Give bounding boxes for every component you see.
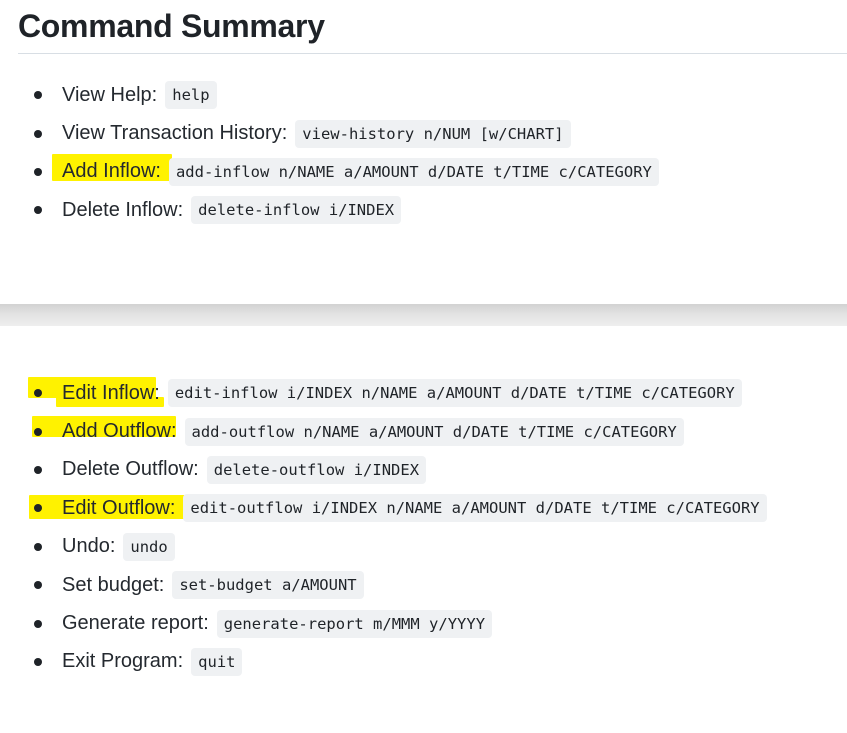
bullet-icon	[34, 91, 42, 100]
list-item: View Help: help	[0, 76, 659, 114]
command-code: quit	[191, 647, 243, 676]
command-list-top: View Help: help View Transaction History…	[0, 76, 659, 230]
page-title: Command Summary	[18, 8, 325, 44]
bullet-icon	[34, 167, 42, 176]
list-item: View Transaction History: view-history n…	[0, 114, 659, 152]
bullet-icon	[34, 465, 42, 474]
command-list-bottom: Edit Inflow: edit-inflow i/INDEX n/NAME …	[0, 374, 767, 681]
command-label: Delete Inflow:	[62, 198, 184, 221]
command-code: generate-report m/MMM y/YYYY	[216, 609, 493, 638]
bullet-icon	[34, 129, 42, 138]
list-item: Delete Inflow: delete-inflow i/INDEX	[0, 191, 659, 229]
command-code: add-inflow n/NAME a/AMOUNT d/DATE t/TIME…	[168, 157, 659, 186]
command-code: undo	[123, 532, 175, 561]
bullet-icon	[34, 206, 42, 215]
command-code: edit-inflow i/INDEX n/NAME a/AMOUNT d/DA…	[167, 379, 742, 408]
command-label: Set budget:	[62, 573, 165, 596]
command-label: Edit Outflow:	[62, 496, 176, 519]
command-code: delete-inflow i/INDEX	[191, 196, 402, 225]
command-label: Delete Outflow:	[62, 458, 199, 481]
command-code: delete-outflow i/INDEX	[206, 455, 427, 484]
bullet-icon	[34, 619, 42, 628]
list-item: Generate report: generate-report m/MMM y…	[0, 604, 767, 642]
screenshot-separator	[0, 304, 847, 326]
command-code: add-outflow n/NAME a/AMOUNT d/DATE t/TIM…	[184, 417, 684, 446]
command-code: view-history n/NUM [w/CHART]	[295, 119, 571, 148]
command-label: Generate report:	[62, 612, 209, 635]
command-label: View Help:	[62, 83, 158, 106]
title-divider	[18, 53, 847, 54]
command-label: View Transaction History:	[62, 122, 288, 145]
command-label: Edit Inflow:	[62, 381, 160, 404]
bullet-icon	[34, 427, 42, 436]
bullet-icon	[34, 542, 42, 551]
command-label: Add Inflow:	[62, 160, 161, 183]
command-label: Add Outflow:	[62, 420, 177, 443]
command-code: edit-outflow i/INDEX n/NAME a/AMOUNT d/D…	[183, 494, 767, 523]
list-item: Exit Program: quit	[0, 643, 767, 681]
list-item: Undo: undo	[0, 528, 767, 566]
command-code: help	[165, 81, 217, 110]
list-item: Delete Outflow: delete-outflow i/INDEX	[0, 451, 767, 489]
command-label: Undo:	[62, 535, 116, 558]
bullet-icon	[34, 581, 42, 590]
bullet-icon	[34, 657, 42, 666]
list-item: Set budget: set-budget a/AMOUNT	[0, 566, 767, 604]
command-code: set-budget a/AMOUNT	[172, 571, 364, 600]
command-label: Exit Program:	[62, 650, 184, 673]
